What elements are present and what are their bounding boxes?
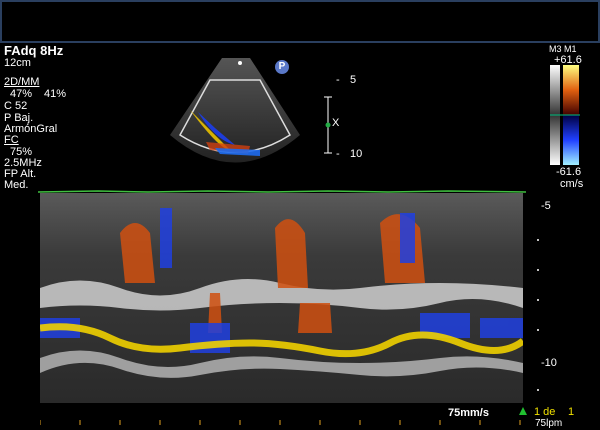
sector-depth-5: 5 — [350, 74, 357, 86]
heart-rate: 75lpm — [535, 418, 563, 429]
mode-label: FAdq 8Hz — [4, 43, 64, 58]
gain-2: 41% — [44, 88, 67, 100]
mmode-doppler-image — [40, 193, 523, 403]
mmode-depth-ruler — [537, 239, 539, 391]
sweep-speed: 75mm/s — [448, 407, 489, 419]
c-setting: C 52 — [4, 100, 28, 112]
probe-icon: P — [275, 60, 289, 74]
colorbar-min: -61.6 — [556, 166, 582, 178]
sector-cursor-label: X — [332, 117, 340, 129]
velocity-colorbar — [550, 65, 580, 165]
gain-1: 47% — [10, 88, 33, 100]
frame-counter: 1 de — [534, 406, 556, 418]
colorbar-unit: cm/s — [560, 178, 584, 190]
top-info-bar — [0, 0, 600, 43]
frame-number: 1 — [568, 406, 575, 418]
depth-label: 12cm — [4, 57, 31, 69]
play-triangle-icon[interactable] — [518, 406, 528, 416]
sector-depth-10: 10 — [350, 148, 363, 160]
section-2d-mm: 2D/MM — [4, 76, 40, 88]
time-axis-ticks — [40, 420, 521, 425]
section-fc: FC — [4, 134, 19, 146]
med-setting: Med. — [4, 179, 29, 191]
sector-depth-tick-major-5: - — [336, 74, 340, 86]
